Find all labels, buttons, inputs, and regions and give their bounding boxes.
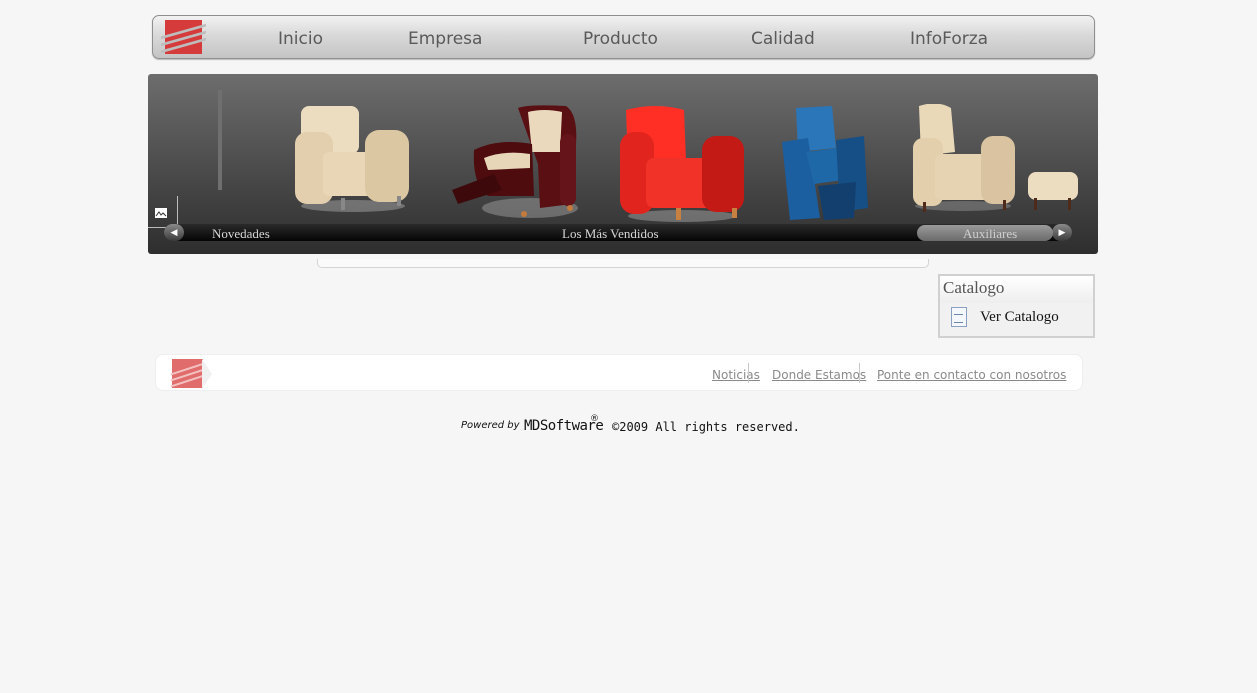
brand-logo[interactable]	[160, 20, 207, 54]
catalog-title: Catalogo	[943, 278, 1005, 297]
footer-bar: Noticias Donde Estamos Ponte en contacto…	[155, 354, 1083, 391]
carousel-line	[177, 196, 178, 226]
chair-blue[interactable]	[780, 106, 872, 224]
copyright-text: ©2009 All rights reserved.	[612, 420, 800, 434]
carousel-prev-arrow-icon[interactable]: ◀	[164, 224, 184, 241]
footer-link-noticias[interactable]: Noticias	[712, 368, 760, 382]
catalog-box: Catalogo Ver Catalogo	[938, 274, 1095, 338]
tab-mas-vendidos[interactable]: Los Más Vendidos	[562, 226, 659, 242]
registered-mark: ®	[590, 414, 599, 424]
nav-inicio[interactable]: Inicio	[278, 29, 323, 49]
nav-empresa[interactable]: Empresa	[408, 29, 482, 49]
nav-calidad[interactable]: Calidad	[751, 29, 815, 49]
carousel-divider	[218, 90, 222, 190]
image-icon[interactable]	[154, 207, 168, 219]
chair-beige-wingback[interactable]	[911, 103, 1017, 214]
powered-by-label: Powered by	[461, 420, 520, 431]
footer-separator	[859, 363, 860, 383]
top-nav: Inicio Empresa Producto Calidad InfoForz…	[152, 15, 1095, 59]
chair-burgundy-recliner[interactable]	[448, 104, 580, 222]
content-divider	[317, 259, 929, 268]
tab-auxiliares[interactable]: Auxiliares	[963, 226, 1017, 242]
ver-catalogo-link[interactable]: Ver Catalogo	[980, 309, 1059, 326]
product-carousel: ◀ ▶ Novedades Los Más Vendidos Auxiliare…	[148, 74, 1098, 254]
carousel-next-arrow-icon[interactable]: ▶	[1052, 224, 1072, 241]
nav-producto[interactable]: Producto	[583, 29, 658, 49]
footer-logo[interactable]	[170, 359, 205, 388]
footstool[interactable]	[1026, 170, 1080, 212]
footer-separator	[748, 363, 749, 383]
chair-red-armchair[interactable]	[620, 104, 746, 224]
chair-beige-armchair[interactable]	[293, 104, 413, 214]
document-icon[interactable]	[951, 307, 967, 327]
footer-link-donde-estamos[interactable]: Donde Estamos	[772, 368, 866, 382]
tab-novedades[interactable]: Novedades	[212, 226, 270, 242]
chevron-right-icon	[202, 359, 212, 389]
nav-infoforza[interactable]: InfoForza	[910, 29, 988, 49]
footer-link-contacto[interactable]: Ponte en contacto con nosotros	[877, 368, 1066, 382]
